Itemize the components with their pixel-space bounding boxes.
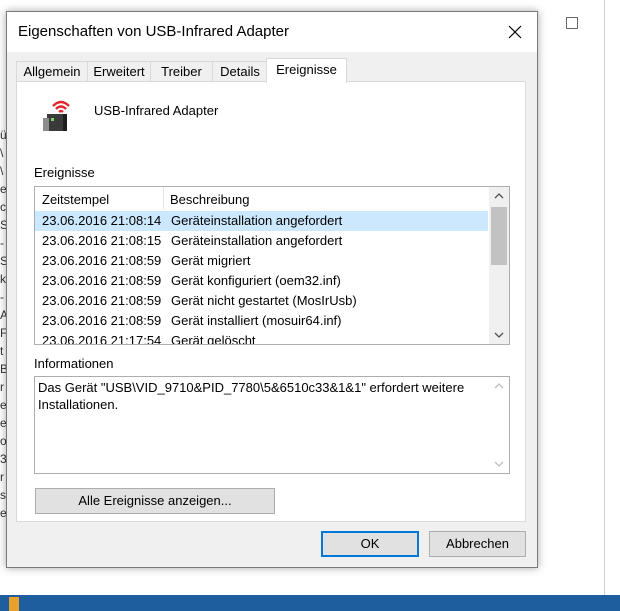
- properties-dialog: Eigenschaften von USB-Infrared Adapter A…: [6, 11, 538, 568]
- event-description: Gerät nicht gestartet (MosIrUsb): [171, 293, 357, 308]
- close-icon: [508, 25, 522, 39]
- background-text-fragment: \: [0, 146, 4, 160]
- event-timestamp: 23.06.2016 21:08:59: [42, 313, 162, 328]
- cancel-button[interactable]: Abbrechen: [429, 531, 526, 557]
- events-tab-panel: USB-Infrared Adapter Ereignisse Zeitstem…: [16, 81, 526, 522]
- information-textbox[interactable]: Das Gerät "USB\VID_9710&PID_7780\5&6510c…: [34, 376, 510, 474]
- close-button[interactable]: [493, 12, 537, 52]
- information-label: Informationen: [34, 356, 114, 371]
- event-timestamp: 23.06.2016 21:08:59: [42, 293, 162, 308]
- tab-allgemein[interactable]: Allgemein: [16, 61, 88, 82]
- background-text-fragment: r: [0, 380, 4, 394]
- information-text: Das Gerät "USB\VID_9710&PID_7780\5&6510c…: [38, 380, 465, 412]
- tab-details[interactable]: Details: [212, 61, 268, 82]
- chevron-down-icon: [494, 461, 504, 467]
- event-description: Geräteinstallation angefordert: [171, 233, 343, 248]
- chevron-up-icon: [494, 193, 504, 199]
- column-separator[interactable]: [163, 187, 164, 209]
- event-timestamp: 23.06.2016 21:17:54: [42, 333, 162, 345]
- scroll-down-button[interactable]: [489, 326, 509, 344]
- background-text-fragment: \: [0, 164, 4, 178]
- show-all-events-button[interactable]: Alle Ereignisse anzeigen...: [35, 488, 275, 514]
- event-row[interactable]: 23.06.2016 21:08:14 Geräteinstallation a…: [35, 211, 488, 231]
- background-text-fragment: -: [0, 290, 4, 304]
- scroll-thumb[interactable]: [491, 207, 507, 265]
- taskbar-app-icon[interactable]: [9, 597, 19, 611]
- information-scrollbar[interactable]: [489, 377, 509, 473]
- background-text-fragment: t: [0, 344, 4, 358]
- event-row[interactable]: 23.06.2016 21:08:59 Gerät konfiguriert (…: [35, 271, 488, 291]
- events-scrollbar[interactable]: [489, 187, 509, 344]
- tab-treiber[interactable]: Treiber: [150, 61, 213, 82]
- chevron-down-icon: [494, 332, 504, 338]
- event-timestamp: 23.06.2016 21:08:14: [42, 213, 162, 228]
- event-row[interactable]: 23.06.2016 21:08:59 Gerät installiert (m…: [35, 311, 488, 331]
- column-header-description[interactable]: Beschreibung: [170, 192, 250, 207]
- event-description: Gerät gelöscht: [171, 333, 256, 345]
- event-description: Gerät konfiguriert (oem32.inf): [171, 273, 341, 288]
- events-label: Ereignisse: [34, 165, 95, 180]
- tab-ereignisse[interactable]: Ereignisse: [266, 58, 347, 83]
- background-text-fragment: -: [0, 236, 4, 250]
- events-list-header: Zeitstempel Beschreibung: [35, 187, 489, 209]
- background-divider: [604, 0, 605, 595]
- scroll-up-button[interactable]: [489, 187, 509, 205]
- event-row[interactable]: 23.06.2016 21:08:15 Geräteinstallation a…: [35, 231, 488, 251]
- info-scroll-down-button[interactable]: [489, 455, 509, 473]
- column-header-timestamp[interactable]: Zeitstempel: [42, 192, 109, 207]
- event-row[interactable]: 23.06.2016 21:08:59 Gerät nicht gestarte…: [35, 291, 488, 311]
- chevron-up-icon: [494, 383, 504, 389]
- event-row[interactable]: 23.06.2016 21:08:59 Gerät migriert: [35, 251, 488, 271]
- event-description: Geräteinstallation angefordert: [171, 213, 343, 228]
- event-timestamp: 23.06.2016 21:08:59: [42, 253, 162, 268]
- event-description: Gerät migriert: [171, 253, 251, 268]
- tab-erweitert[interactable]: Erweitert: [87, 61, 151, 82]
- usb-infrared-device-icon: [43, 100, 70, 131]
- background-text-fragment: r: [0, 470, 4, 484]
- event-row[interactable]: 23.06.2016 21:17:54 Gerät gelöscht: [35, 331, 488, 345]
- event-timestamp: 23.06.2016 21:08:15: [42, 233, 162, 248]
- device-name: USB-Infrared Adapter: [94, 103, 219, 118]
- taskbar: [0, 595, 620, 611]
- event-description: Gerät installiert (mosuir64.inf): [171, 313, 342, 328]
- event-timestamp: 23.06.2016 21:08:59: [42, 273, 162, 288]
- ok-button[interactable]: OK: [321, 531, 419, 557]
- events-list[interactable]: Zeitstempel Beschreibung 23.06.2016 21:0…: [34, 186, 510, 345]
- dialog-title: Eigenschaften von USB-Infrared Adapter: [18, 23, 289, 40]
- info-scroll-up-button[interactable]: [489, 377, 509, 395]
- title-bar: Eigenschaften von USB-Infrared Adapter: [7, 12, 537, 52]
- background-maximize-icon[interactable]: [566, 17, 578, 29]
